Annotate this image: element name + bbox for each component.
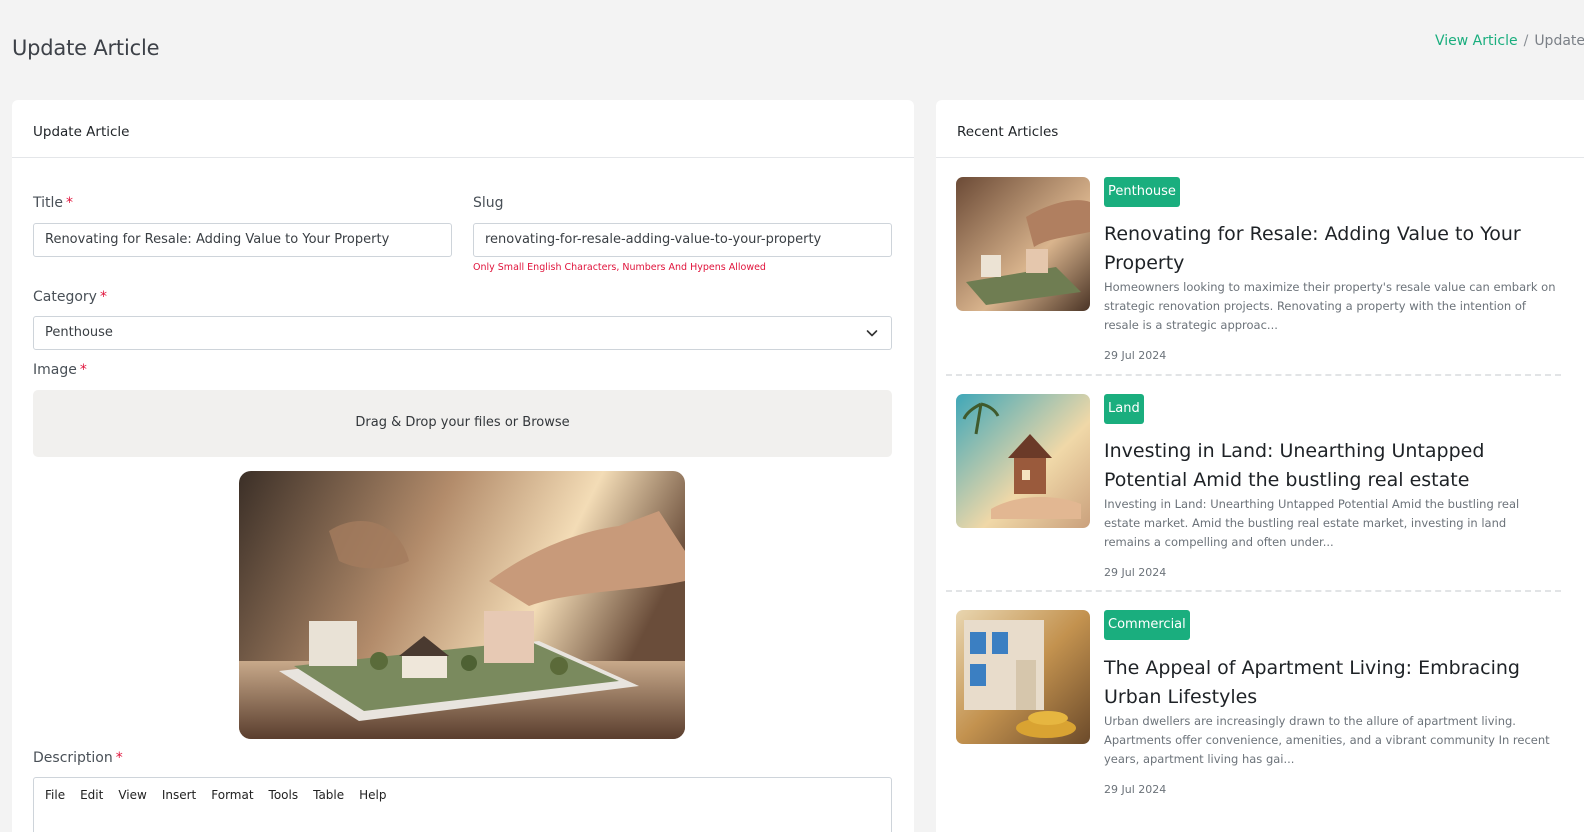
article-excerpt: Urban dwellers are increasingly drawn to… [1104, 714, 1550, 766]
editor-menu-edit[interactable]: Edit [80, 788, 103, 802]
editor-menu-table[interactable]: Table [313, 788, 344, 802]
update-article-card-header: Update Article [12, 100, 914, 158]
recent-articles-card: Recent Articles Penthouse Renovating for… [936, 100, 1584, 832]
title-label: Title * [33, 195, 74, 211]
editor-menu-help[interactable]: Help [359, 788, 386, 802]
editor-menu-view[interactable]: View [118, 788, 146, 802]
image-dropzone[interactable]: Drag & Drop your files or Browse [33, 390, 892, 457]
article-date: 29 Jul 2024 [1104, 566, 1167, 579]
title-input[interactable]: Renovating for Resale: Adding Value to Y… [33, 223, 452, 257]
breadcrumb-separator: / [1523, 33, 1529, 49]
article-thumbnail[interactable] [956, 394, 1090, 528]
breadcrumb: View Article / Update Article [1435, 33, 1584, 49]
slug-input[interactable]: renovating-for-resale-adding-value-to-yo… [473, 223, 892, 257]
image-preview [239, 471, 685, 739]
editor-menu-file[interactable]: File [45, 788, 65, 802]
article-divider [946, 374, 1561, 376]
editor-menu-insert[interactable]: Insert [162, 788, 196, 802]
article-category-badge[interactable]: Commercial [1104, 610, 1190, 640]
article-title[interactable]: The Appeal of Apartment Living: Embracin… [1104, 654, 1554, 712]
article-date: 29 Jul 2024 [1104, 349, 1167, 362]
breadcrumb-view-article-link[interactable]: View Article [1435, 33, 1518, 49]
slug-hint: Only Small English Characters, Numbers A… [473, 262, 766, 273]
article-date: 29 Jul 2024 [1104, 783, 1167, 796]
article-thumbnail[interactable] [956, 177, 1090, 311]
editor-menu-tools[interactable]: Tools [269, 788, 299, 802]
article-excerpt: Homeowners looking to maximize their pro… [1104, 280, 1556, 332]
article-category-badge[interactable]: Penthouse [1104, 177, 1180, 207]
article-title[interactable]: Investing in Land: Unearthing Untapped P… [1104, 437, 1554, 495]
recent-articles-card-header: Recent Articles [936, 100, 1584, 158]
article-divider [946, 590, 1561, 592]
editor-menu-format[interactable]: Format [211, 788, 253, 802]
category-select[interactable]: Penthouse [33, 316, 892, 350]
article-category-badge[interactable]: Land [1104, 394, 1144, 424]
article-thumbnail[interactable] [956, 610, 1090, 744]
article-excerpt: Investing in Land: Unearthing Untapped P… [1104, 497, 1520, 549]
description-label: Description * [33, 750, 123, 766]
image-label: Image * [33, 362, 87, 378]
chevron-down-icon [866, 330, 878, 337]
breadcrumb-current: Update Article [1534, 33, 1584, 49]
category-selected-value: Penthouse [45, 325, 113, 340]
page-title: Update Article [12, 36, 160, 60]
slug-label: Slug [473, 195, 504, 211]
description-editor[interactable]: File Edit View Insert Format Tools Table… [33, 777, 892, 832]
category-label: Category * [33, 289, 107, 305]
editor-menubar: File Edit View Insert Format Tools Table… [34, 778, 891, 802]
article-title[interactable]: Renovating for Resale: Adding Value to Y… [1104, 220, 1554, 278]
update-article-card: Update Article Title * Renovating for Res… [12, 100, 914, 832]
